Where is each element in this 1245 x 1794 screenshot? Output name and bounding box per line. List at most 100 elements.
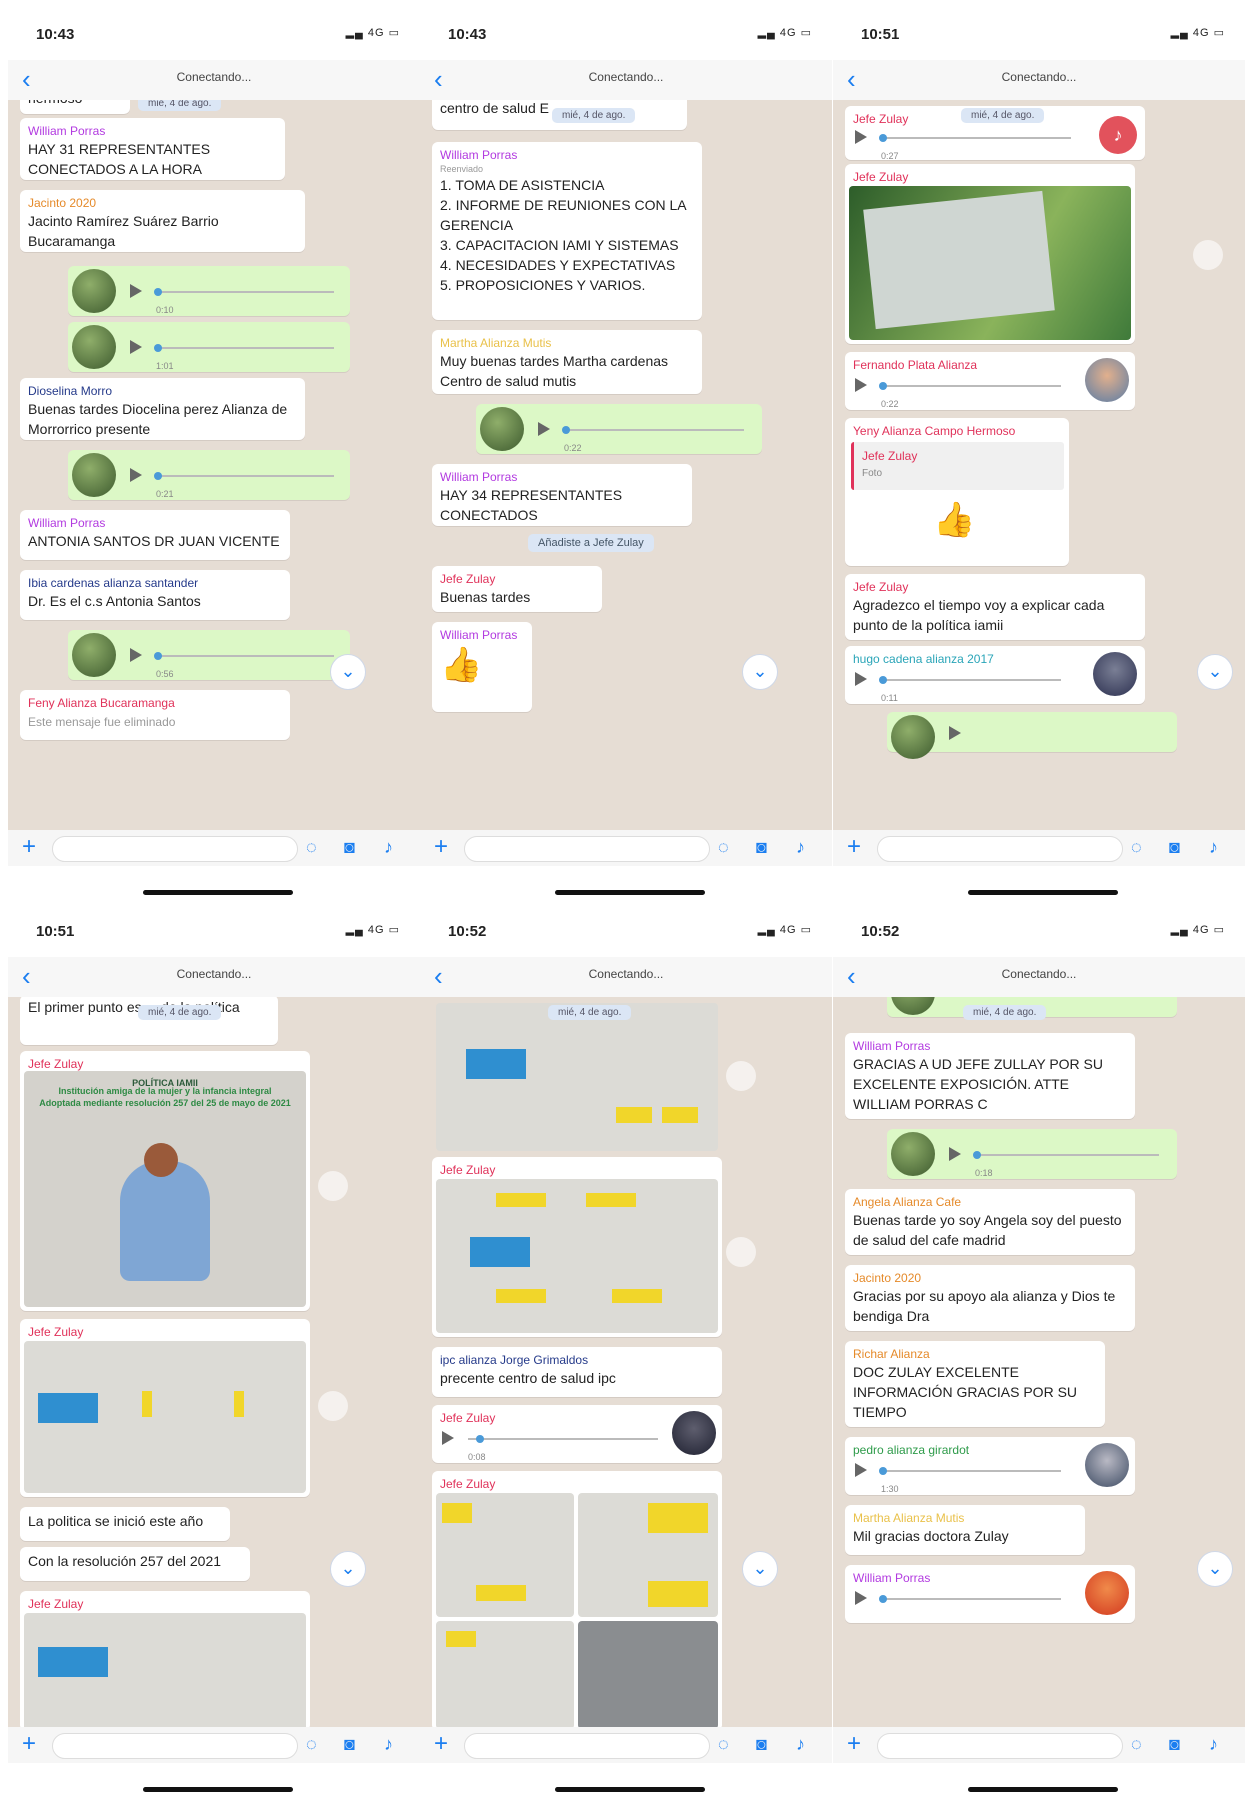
message-bubble[interactable]: Feny Alianza Bucaramanga Este mensaje fu… <box>20 690 290 740</box>
slide-photo[interactable] <box>436 1621 574 1727</box>
camera-icon[interactable]: ◙ <box>756 1732 767 1756</box>
camera-icon[interactable]: ◙ <box>344 1732 355 1756</box>
forward-icon[interactable] <box>318 1391 348 1421</box>
photo-thumbnail[interactable] <box>849 186 1131 340</box>
attach-plus-icon[interactable]: + <box>847 1731 861 1757</box>
audio-progress-thumb[interactable] <box>154 288 162 296</box>
message-bubble[interactable]: Richar Alianza DOC ZULAY EXCELENTE INFOR… <box>845 1341 1105 1427</box>
audio-progress-track[interactable] <box>156 347 334 349</box>
play-icon[interactable] <box>855 1463 867 1477</box>
message-input[interactable] <box>52 1733 298 1759</box>
audio-progress-thumb[interactable] <box>879 676 887 684</box>
slide-photo[interactable] <box>436 1493 574 1617</box>
attach-plus-icon[interactable]: + <box>847 834 861 860</box>
camera-icon[interactable]: ◙ <box>1169 835 1180 859</box>
image-message[interactable]: Jefe Zulay <box>432 1157 722 1337</box>
image-message[interactable]: Jefe Zulay <box>20 1591 310 1727</box>
slide-photo[interactable] <box>436 1179 718 1333</box>
play-icon[interactable] <box>130 468 142 482</box>
play-icon[interactable] <box>949 726 961 740</box>
audio-progress-track[interactable] <box>156 655 334 657</box>
audio-progress-track[interactable] <box>881 1470 1061 1472</box>
audio-progress-track[interactable] <box>881 1598 1061 1600</box>
play-icon[interactable] <box>949 1147 961 1161</box>
message-bubble[interactable]: Con la resolución 257 del 2021 <box>20 1547 250 1581</box>
voice-message[interactable]: William Porras <box>845 1565 1135 1623</box>
slide-photo[interactable] <box>24 1613 306 1727</box>
play-icon[interactable] <box>538 422 550 436</box>
forward-icon[interactable] <box>318 1171 348 1201</box>
attach-plus-icon[interactable]: + <box>22 834 36 860</box>
voice-message[interactable]: 1:01 <box>68 322 350 372</box>
audio-progress-track[interactable] <box>881 137 1071 139</box>
image-message[interactable]: Jefe Zulay <box>845 164 1135 344</box>
message-bubble[interactable]: Angela Alianza Cafe Buenas tarde yo soy … <box>845 1189 1135 1255</box>
play-icon[interactable] <box>855 378 867 392</box>
microphone-icon[interactable]: ♪ <box>796 1732 805 1756</box>
message-bubble[interactable]: William Porras HAY 34 REPRESENTANTES CON… <box>432 464 692 526</box>
audio-progress-thumb[interactable] <box>973 1151 981 1159</box>
attach-plus-icon[interactable]: + <box>434 1731 448 1757</box>
message-bubble[interactable]: La politica se inició este año <box>20 1507 230 1541</box>
message-bubble[interactable]: ipc alianza Jorge Grimaldos precente cen… <box>432 1347 722 1397</box>
play-icon[interactable] <box>855 672 867 686</box>
message-bubble[interactable]: Jefe Zulay Buenas tardes <box>432 566 602 612</box>
chat-area[interactable]: mié, 4 de ago. William Porras GRACIAS A … <box>833 997 1245 1727</box>
message-bubble[interactable]: Martha Alianza Mutis Mil gracias doctora… <box>845 1505 1085 1555</box>
voice-message[interactable]: Jefe Zulay 0:08 <box>432 1405 722 1463</box>
chat-area[interactable]: El primer punto es ... de la política mi… <box>8 997 420 1727</box>
message-bubble[interactable]: Yeny Alianza Campo Hermoso Jefe Zulay Fo… <box>845 418 1069 566</box>
message-input[interactable] <box>464 836 710 862</box>
voice-message[interactable]: 0:21 <box>68 450 350 500</box>
scroll-down-button[interactable]: ⌄ <box>1197 1551 1233 1587</box>
chat-area[interactable]: Jefe Zulay 0:27 ♪ mié, 4 de ago. Jefe Zu… <box>833 100 1245 830</box>
audio-progress-thumb[interactable] <box>154 344 162 352</box>
attach-plus-icon[interactable]: + <box>22 1731 36 1757</box>
play-icon[interactable] <box>130 340 142 354</box>
message-input[interactable] <box>877 836 1123 862</box>
audio-progress-thumb[interactable] <box>879 1595 887 1603</box>
audio-progress-track[interactable] <box>881 385 1061 387</box>
message-bubble[interactable]: William Porras GRACIAS A UD JEFE ZULLAY … <box>845 1033 1135 1119</box>
play-icon[interactable] <box>130 284 142 298</box>
forward-icon[interactable] <box>1193 240 1223 270</box>
audio-progress-thumb[interactable] <box>154 652 162 660</box>
chat-area[interactable]: mié, 4 de ago. Jefe Zulay ipc alianza Jo… <box>420 997 832 1727</box>
voice-message[interactable]: 0:56 <box>68 630 350 680</box>
scroll-down-button[interactable]: ⌄ <box>1197 654 1233 690</box>
scroll-down-button[interactable]: ⌄ <box>330 1551 366 1587</box>
message-bubble[interactable]: William Porras HAY 31 REPRESENTANTES CON… <box>20 118 285 180</box>
microphone-icon[interactable]: ♪ <box>1209 835 1218 859</box>
scroll-down-button[interactable]: ⌄ <box>742 654 778 690</box>
message-input[interactable] <box>52 836 298 862</box>
sticker-icon[interactable]: ◌ <box>1131 835 1142 859</box>
microphone-icon[interactable]: ♪ <box>384 1732 393 1756</box>
message-bubble[interactable]: Jacinto 2020 Jacinto Ramírez Suárez Barr… <box>20 190 305 252</box>
attach-plus-icon[interactable]: + <box>434 834 448 860</box>
forward-icon[interactable] <box>726 1237 756 1267</box>
play-icon[interactable] <box>855 1591 867 1605</box>
message-bubble[interactable]: hermoso <box>20 100 130 114</box>
voice-message[interactable]: 0:10 <box>68 266 350 316</box>
chat-area[interactable]: hermoso mié, 4 de ago. William Porras HA… <box>8 100 420 830</box>
sticker-icon[interactable]: ◌ <box>306 1732 317 1756</box>
play-icon[interactable] <box>855 130 867 144</box>
voice-message[interactable]: hugo cadena alianza 2017 0:11 <box>845 646 1145 704</box>
message-input[interactable] <box>464 1733 710 1759</box>
sticker-icon[interactable]: ◌ <box>718 1732 729 1756</box>
camera-icon[interactable]: ◙ <box>756 835 767 859</box>
quoted-message[interactable]: Jefe Zulay Foto <box>851 442 1064 490</box>
message-bubble[interactable]: William Porras ANTONIA SANTOS DR JUAN VI… <box>20 510 290 560</box>
microphone-icon[interactable]: ♪ <box>796 835 805 859</box>
audio-progress-track[interactable] <box>975 1154 1159 1156</box>
sticker-icon[interactable]: ◌ <box>1131 1732 1142 1756</box>
audio-progress-track[interactable] <box>156 475 334 477</box>
message-bubble[interactable]: Dioselina Morro Buenas tardes Diocelina … <box>20 378 305 440</box>
slide-photo[interactable] <box>436 1003 718 1151</box>
microphone-icon[interactable]: ♪ <box>384 835 393 859</box>
audio-progress-track[interactable] <box>468 1438 658 1440</box>
image-message[interactable]: Jefe Zulay POLÍTICA IAMII Institución am… <box>20 1051 310 1311</box>
audio-progress-thumb[interactable] <box>879 382 887 390</box>
audio-progress-thumb[interactable] <box>476 1435 484 1443</box>
voice-message[interactable]: pedro alianza girardot 1:30 <box>845 1437 1135 1495</box>
